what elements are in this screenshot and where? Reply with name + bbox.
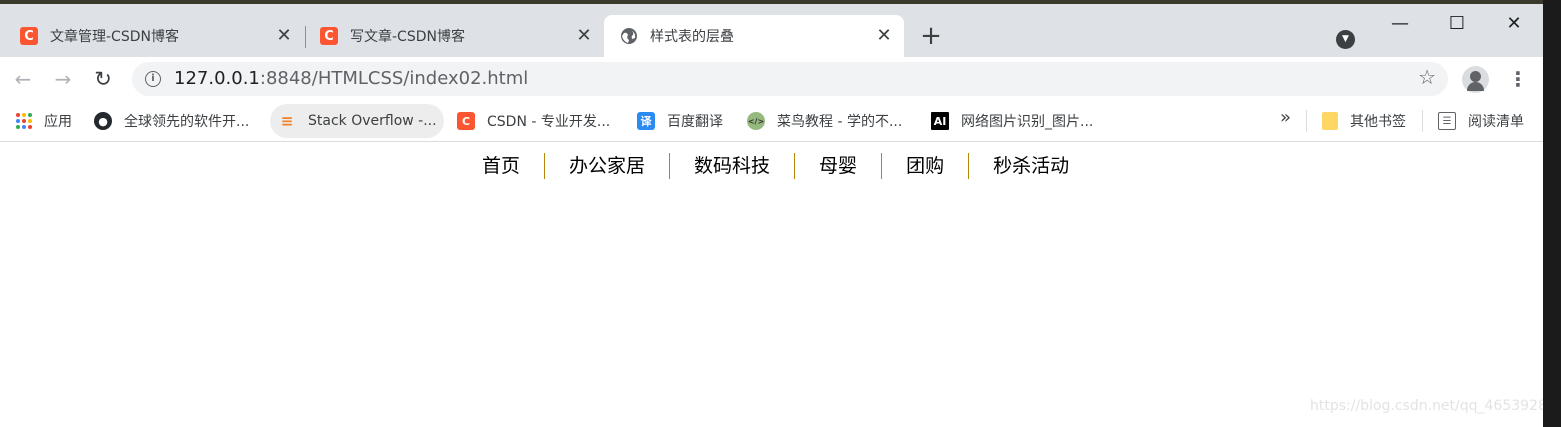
stackoverflow-icon: ≡ [280,112,294,130]
tab-write-article[interactable]: C 写文章-CSDN博客 ✕ [306,15,604,57]
csdn-icon: C [320,27,338,45]
nav-item-home[interactable]: 首页 [458,153,546,179]
url-host: 127.0.0.1 [174,68,260,89]
csdn-icon: C [457,112,475,130]
bookmark-label: 应用 [44,114,72,130]
nav-item-flash-sale[interactable]: 秒杀活动 [969,153,1093,179]
url-path: :8848/HTMLCSS/index02.html [259,68,529,89]
bookmarks-overflow-chevron-icon[interactable]: » [1280,107,1291,128]
bookmark-label: Stack Overflow -... [308,113,437,129]
nav-item-office-home[interactable]: 办公家居 [545,153,671,179]
tab-article-management[interactable]: C 文章管理-CSDN博客 ✕ [0,15,304,57]
tab-title: 样式表的层叠 [650,29,734,45]
tab-title: 文章管理-CSDN博客 [50,29,179,45]
bookmark-stackoverflow[interactable]: ≡ Stack Overflow -... [270,104,444,138]
menu-kebab-icon[interactable]: ⋮ [1508,67,1528,93]
tab-strip: C 文章管理-CSDN博客 ✕ C 写文章-CSDN博客 ✕ 样式表的层叠 ✕ … [0,4,1543,57]
site-nav: 首页 办公家居 数码科技 母婴 团购 秒杀活动 [458,153,1093,179]
bookmark-github[interactable]: ● 全球领先的软件开... [94,104,249,138]
tab-stylesheet-cascade[interactable]: 样式表的层叠 ✕ [604,15,904,57]
new-tab-button[interactable]: + [918,23,944,50]
window-close-button[interactable]: ✕ [1494,8,1534,40]
bookmark-label: 网络图片识别_图片... [961,114,1094,130]
bookmark-runoob[interactable]: </> 菜鸟教程 - 学的不... [747,104,902,138]
bookmark-apps[interactable]: 应用 [16,104,72,138]
site-info-icon[interactable]: i [145,71,161,87]
close-icon[interactable]: ✕ [874,26,894,46]
bookmarks-divider [1306,110,1307,132]
baidu-translate-icon: 译 [637,112,655,130]
page-content: 首页 办公家居 数码科技 母婴 团购 秒杀活动 https://blog.csd… [0,143,1556,427]
bookmark-star-icon[interactable]: ☆ [1418,65,1436,89]
nav-item-group-buy[interactable]: 团购 [882,153,970,179]
browser-window: C 文章管理-CSDN博客 ✕ C 写文章-CSDN博客 ✕ 样式表的层叠 ✕ … [0,0,1556,427]
folder-icon [1322,112,1338,130]
bookmark-other-folder[interactable]: 其他书签 [1322,104,1406,138]
reading-list-icon: ☰ [1438,112,1456,130]
url-text[interactable]: 127.0.0.1:8848/HTMLCSS/index02.html [174,68,528,89]
address-bar[interactable]: i 127.0.0.1:8848/HTMLCSS/index02.html ☆ [132,62,1448,96]
watermark: https://blog.csdn.net/qq_46539281 [1310,398,1556,414]
bookmarks-divider [1422,110,1423,132]
bookmark-label: 全球领先的软件开... [124,114,250,130]
csdn-icon: C [20,27,38,45]
bookmark-label: 菜鸟教程 - 学的不... [777,114,903,130]
nav-item-mother-baby[interactable]: 母婴 [795,153,883,179]
close-icon[interactable]: ✕ [274,26,294,46]
bookmark-csdn[interactable]: C CSDN - 专业开发... [457,104,610,138]
reload-icon[interactable]: ↻ [90,66,116,92]
bookmark-image-recognition[interactable]: AI 网络图片识别_图片... [931,104,1093,138]
maximize-button[interactable]: ☐ [1437,8,1477,40]
minimize-button[interactable]: — [1380,8,1420,40]
close-icon[interactable]: ✕ [574,26,594,46]
globe-icon [620,27,638,45]
bookmark-label: CSDN - 专业开发... [487,114,611,130]
bookmark-label: 其他书签 [1350,114,1406,130]
back-arrow-icon[interactable]: ← [10,66,36,92]
reading-list[interactable]: ☰ 阅读清单 [1438,104,1524,138]
apps-grid-icon [16,113,32,129]
bookmark-baidu-translate[interactable]: 译 百度翻译 [637,104,723,138]
ai-icon: AI [931,112,949,130]
forward-arrow-icon[interactable]: → [50,66,76,92]
github-icon: ● [94,112,112,130]
bookmark-label: 百度翻译 [667,114,723,130]
nav-item-digital-tech[interactable]: 数码科技 [670,153,796,179]
runoob-icon: </> [747,112,765,130]
bookmarks-bar: 应用 ● 全球领先的软件开... ≡ Stack Overflow -... C… [0,101,1543,142]
bookmark-label: 阅读清单 [1468,114,1524,130]
tab-search-icon[interactable]: ▼ [1336,30,1355,49]
profile-avatar-icon[interactable] [1462,66,1489,93]
tab-title: 写文章-CSDN博客 [350,29,465,45]
desktop-edge [1543,0,1561,427]
browser-toolbar: ← → ↻ i 127.0.0.1:8848/HTMLCSS/index02.h… [0,57,1543,101]
